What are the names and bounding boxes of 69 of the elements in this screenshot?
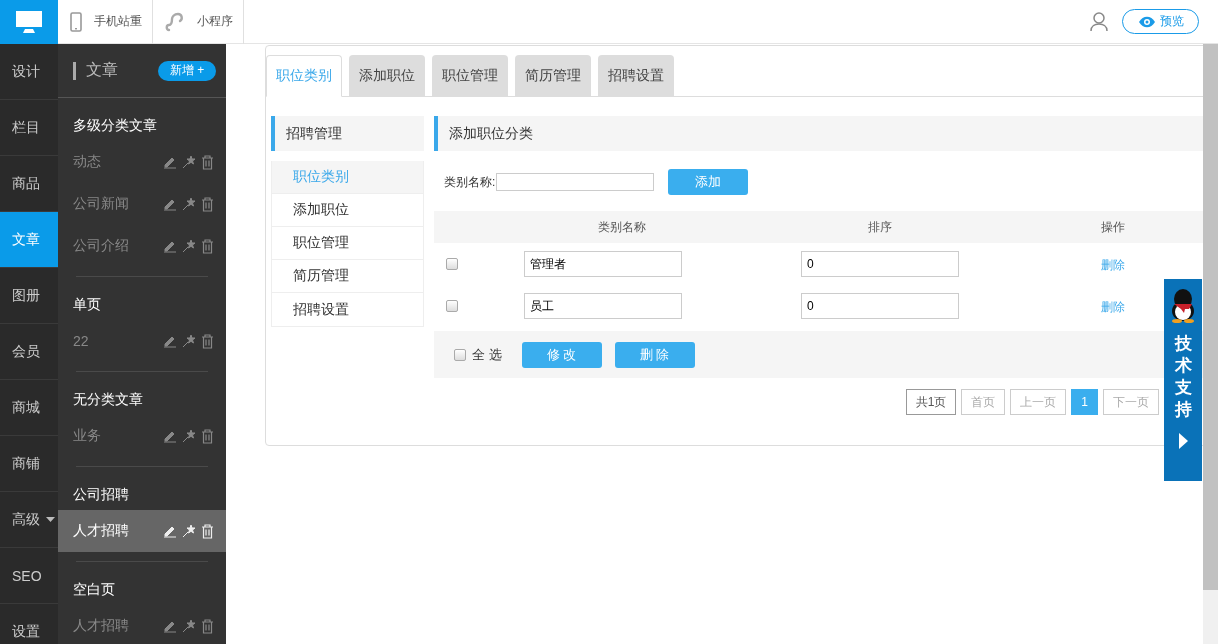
monitor-icon xyxy=(15,9,43,34)
category-name-field[interactable]: 员工 xyxy=(524,293,682,319)
pencil-icon[interactable] xyxy=(163,334,177,348)
phone-icon xyxy=(70,11,82,32)
order-field[interactable]: 0 xyxy=(801,293,959,319)
article-category[interactable]: 人才招聘 xyxy=(58,605,226,644)
column-header: 排序 xyxy=(867,218,893,236)
article-category[interactable]: 动态 xyxy=(58,141,226,183)
panel-title: 文章 xyxy=(86,60,119,80)
magic-wand-icon[interactable] xyxy=(182,619,196,633)
order-field[interactable]: 0 xyxy=(801,251,959,277)
submenu-item[interactable]: 招聘设置 xyxy=(272,293,423,326)
trash-icon[interactable] xyxy=(201,196,214,212)
group-title: 无分类文章 xyxy=(72,390,144,409)
trash-icon[interactable] xyxy=(201,428,214,444)
trash-icon[interactable] xyxy=(201,618,214,634)
pencil-icon[interactable] xyxy=(163,429,177,443)
article-category[interactable]: 22 xyxy=(58,320,226,362)
submenu-item[interactable]: 简历管理 xyxy=(272,260,423,293)
caret-icon xyxy=(46,517,55,522)
top-tab[interactable]: 手机站重 xyxy=(58,0,153,44)
pencil-icon[interactable] xyxy=(163,155,177,169)
pencil-icon[interactable] xyxy=(163,197,177,211)
select-all-label[interactable]: 全 选 xyxy=(472,345,502,364)
page-button[interactable]: 共1页 xyxy=(905,389,957,415)
scrollbar[interactable] xyxy=(1203,44,1218,644)
submenu-title: 招聘管理 xyxy=(271,116,424,151)
triangle-right-icon xyxy=(1178,433,1188,450)
category-name-field[interactable]: 管理者 xyxy=(524,251,682,277)
trash-icon[interactable] xyxy=(201,154,214,170)
tab[interactable]: 添加职位 xyxy=(349,55,425,96)
magic-wand-icon[interactable] xyxy=(182,334,196,348)
pencil-icon[interactable] xyxy=(163,239,177,253)
magic-wand-icon[interactable] xyxy=(182,429,196,443)
pencil-icon[interactable] xyxy=(163,619,177,633)
section-title: 添加职位分类 xyxy=(434,116,1203,151)
group-title: 多级分类文章 xyxy=(72,116,158,135)
submenu-item[interactable]: 添加职位 xyxy=(272,194,423,227)
article-category[interactable]: 公司新闻 xyxy=(58,183,226,225)
article-category[interactable]: 人才招聘 xyxy=(58,510,226,552)
category-name-field[interactable] xyxy=(496,173,655,191)
eye-icon xyxy=(1137,15,1156,28)
support-label: 技术支持 xyxy=(1174,333,1192,422)
row-checkbox[interactable] xyxy=(446,258,458,270)
group-title: 单页 xyxy=(72,295,102,314)
trash-icon[interactable] xyxy=(201,238,214,254)
top-tab[interactable]: 小程序 xyxy=(153,0,244,44)
magic-wand-icon[interactable] xyxy=(182,197,196,211)
tab[interactable]: 职位管理 xyxy=(432,55,508,96)
row-checkbox[interactable] xyxy=(446,300,458,312)
support-widget[interactable]: 技术支持 xyxy=(1164,279,1202,481)
magic-wand-icon[interactable] xyxy=(182,155,196,169)
submenu-item[interactable]: 职位管理 xyxy=(272,227,423,260)
trash-icon[interactable] xyxy=(201,333,214,349)
field-label: 类别名称: xyxy=(444,173,496,191)
pencil-icon[interactable] xyxy=(163,524,177,538)
logo-tile[interactable] xyxy=(0,0,58,44)
column-header: 操作 xyxy=(1100,218,1126,236)
article-category[interactable]: 业务 xyxy=(58,415,226,457)
select-all-checkbox[interactable] xyxy=(454,348,466,361)
chain-icon xyxy=(165,11,185,32)
user-icon[interactable] xyxy=(1090,11,1108,32)
group-title: 空白页 xyxy=(72,580,116,599)
article-category[interactable]: 公司介绍 xyxy=(58,225,226,267)
tab[interactable]: 简历管理 xyxy=(515,55,591,96)
magic-wand-icon[interactable] xyxy=(182,239,196,253)
group-title: 公司招聘 xyxy=(72,485,130,504)
column-header: 类别名称 xyxy=(597,218,647,236)
tab[interactable]: 招聘设置 xyxy=(598,55,674,96)
